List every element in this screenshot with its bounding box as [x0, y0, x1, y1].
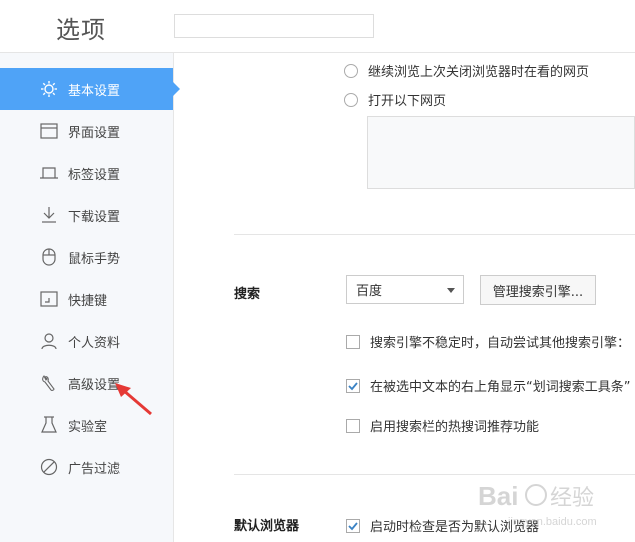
sidebar-item-label: 实验室: [68, 419, 108, 435]
sidebar-item-adblock[interactable]: 广告过滤: [0, 446, 173, 488]
search-engine-select[interactable]: 百度: [346, 275, 464, 304]
sidebar-item-tabs[interactable]: 标签设置: [0, 152, 173, 194]
search-hotwords-option[interactable]: 启用搜索栏的热搜词推荐功能: [346, 416, 539, 435]
sidebar-item-label: 个人资料: [68, 335, 121, 351]
annotation-arrow-icon: [115, 383, 152, 416]
settings-content: 继续浏览上次关闭浏览器时在看的网页 打开以下网页 搜索 百度 管理搜索引擎...…: [174, 53, 635, 542]
checkbox-toolbar[interactable]: [346, 378, 360, 393]
checkbox-default-browser[interactable]: [346, 518, 360, 533]
sidebar-item-label: 界面设置: [68, 125, 121, 141]
sidebar-item-label: 标签设置: [68, 167, 121, 183]
shortcut-icon: [39, 289, 59, 309]
sidebar-item-interface[interactable]: 界面设置: [0, 110, 173, 152]
sidebar-item-label: 快捷键: [68, 293, 108, 309]
svg-text:经验: 经验: [550, 486, 594, 511]
checkmark-icon: [348, 521, 358, 530]
download-icon: [39, 205, 59, 225]
sidebar-item-label: 基本设置: [68, 83, 121, 99]
svg-text:Bai: Bai: [478, 481, 518, 511]
search-section-label: 搜索: [234, 287, 261, 302]
search-input[interactable]: [174, 14, 374, 38]
default-browser-label: 默认浏览器: [234, 519, 300, 534]
baidu-jingyan-watermark: Bai 经验 jingyan.baidu.com: [478, 481, 597, 528]
sidebar-item-download[interactable]: 下载设置: [0, 194, 173, 236]
search-toolbar-option[interactable]: 在被选中文本的右上角显示“划词搜索工具条”: [346, 376, 630, 395]
window-icon: [39, 121, 59, 141]
checkbox-toolbar-label: 在被选中文本的右上角显示“划词搜索工具条”: [370, 380, 631, 395]
startup-open-pages-option[interactable]: 打开以下网页: [344, 90, 446, 109]
sidebar-item-basic[interactable]: 基本设置: [0, 68, 180, 110]
divider: [234, 234, 635, 235]
checkmark-icon: [348, 381, 358, 390]
sidebar: 基本设置 界面设置 标签设置 下载设置 鼠标手势 快捷键 个人资料 高级设置 实…: [0, 53, 180, 542]
startup-pages-textarea[interactable]: [367, 116, 635, 189]
header-bar: 选项: [0, 0, 635, 53]
checkbox-retry-label: 搜索引擎不稳定时，自动尝试其他搜索引擎：: [370, 336, 631, 351]
search-engine-value: 百度: [356, 284, 383, 299]
sidebar-item-gestures[interactable]: 鼠标手势: [0, 236, 173, 278]
svg-text:jingyan.baidu.com: jingyan.baidu.com: [507, 516, 597, 528]
sidebar-item-label: 鼠标手势: [68, 251, 121, 267]
radio-continue-label: 继续浏览上次关闭浏览器时在看的网页: [368, 65, 590, 80]
radio-open-pages-label: 打开以下网页: [368, 94, 447, 109]
sun-gear-icon: [39, 79, 59, 99]
chevron-down-icon: [447, 288, 455, 293]
startup-continue-option[interactable]: 继续浏览上次关闭浏览器时在看的网页: [344, 61, 589, 80]
mouse-icon: [39, 247, 59, 267]
wrench-icon: [39, 373, 59, 393]
checkbox-hotwords[interactable]: [346, 418, 360, 433]
checkbox-hotwords-label: 启用搜索栏的热搜词推荐功能: [370, 420, 540, 435]
page-title: 选项: [56, 16, 106, 44]
checkbox-retry[interactable]: [346, 334, 360, 349]
sidebar-item-shortcuts[interactable]: 快捷键: [0, 278, 173, 320]
search-retry-option[interactable]: 搜索引擎不稳定时，自动尝试其他搜索引擎：: [346, 332, 630, 351]
radio-continue[interactable]: [344, 63, 358, 78]
block-icon: [39, 457, 59, 477]
radio-open-pages[interactable]: [344, 92, 358, 107]
manage-search-engines-button[interactable]: 管理搜索引擎...: [480, 275, 596, 305]
sidebar-item-label: 广告过滤: [68, 461, 121, 477]
sidebar-item-label: 下载设置: [68, 209, 121, 225]
tab-icon: [39, 163, 59, 183]
person-icon: [39, 331, 59, 351]
flask-icon: [39, 415, 59, 435]
sidebar-item-profile[interactable]: 个人资料: [0, 320, 173, 362]
